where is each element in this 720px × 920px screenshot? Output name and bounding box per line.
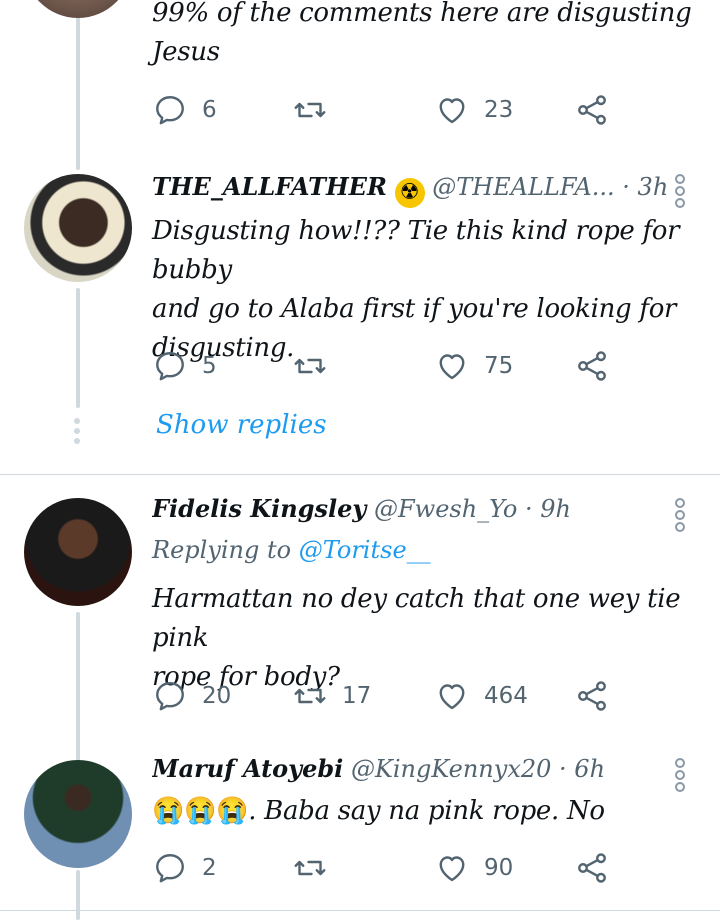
reply-count: 20	[202, 683, 232, 709]
tweet-text: 99% of the comments here are disgusting …	[152, 0, 697, 72]
reply-count: 5	[202, 353, 217, 379]
reply-count: 2	[202, 855, 217, 881]
share-button[interactable]	[574, 344, 610, 388]
timestamp: · 3h	[622, 173, 669, 201]
display-name[interactable]: Maruf Atoyebi	[152, 754, 343, 783]
tweet-actions: 20 17 464	[152, 674, 622, 718]
reply-button[interactable]: 20	[152, 674, 231, 718]
retweet-count: 17	[342, 683, 372, 709]
like-button[interactable]: 464	[434, 674, 528, 718]
share-button[interactable]	[574, 88, 610, 132]
reply-icon	[156, 96, 184, 125]
tweet-actions: 2 90	[152, 846, 622, 890]
crying-emoji: 😭😭😭	[152, 796, 249, 826]
tweet-header: Fidelis Kingsley @Fwesh_Yo · 9h	[152, 494, 672, 534]
tweet-line: 99% of the comments here are disgusting	[152, 0, 692, 28]
thread-line	[76, 870, 80, 920]
divider	[0, 474, 720, 475]
radioactive-icon: ☢	[394, 178, 425, 208]
more-icon[interactable]	[670, 498, 690, 536]
share-icon	[578, 681, 606, 711]
like-icon	[439, 856, 465, 882]
tweet-header: Maruf Atoyebi @KingKennyx20 · 6h	[152, 754, 672, 794]
thread-line	[76, 0, 80, 170]
tweet-actions: 6 23	[152, 88, 622, 132]
like-count: 23	[484, 97, 514, 123]
retweet-button[interactable]	[292, 846, 342, 890]
tweet-actions: 5 75	[152, 344, 622, 388]
share-button[interactable]	[574, 846, 610, 890]
thread-dots	[72, 418, 82, 448]
replying-to: Replying to @Toritse__	[152, 536, 431, 564]
retweet-button[interactable]: 17	[292, 674, 371, 718]
tweet-line: Harmattan no dey catch that one wey tie …	[152, 584, 681, 653]
thread-line	[76, 612, 80, 762]
like-button[interactable]: 23	[434, 88, 513, 132]
avatar[interactable]	[24, 760, 132, 868]
avatar[interactable]	[24, 0, 132, 18]
display-name[interactable]: THE_ALLFATHER	[152, 172, 387, 201]
handle[interactable]: @THEALLFA...	[432, 173, 614, 201]
tweet-line: Jesus	[152, 37, 220, 67]
timestamp: · 6h	[559, 755, 606, 783]
reply-button[interactable]: 6	[152, 88, 217, 132]
thread-line	[76, 288, 80, 408]
like-icon	[439, 684, 465, 710]
tweet-line: Disgusting how!!?? Tie this kind rope fo…	[152, 216, 680, 285]
tweet-line: . Baba say na pink rope. No	[248, 796, 605, 826]
retweet-icon	[294, 358, 326, 374]
reply-count: 6	[202, 97, 217, 123]
retweet-icon	[294, 860, 326, 876]
show-replies-link[interactable]: Show replies	[156, 410, 327, 440]
like-count: 464	[484, 683, 528, 709]
tweet-line: and go to Alaba first if you're looking …	[152, 294, 677, 324]
more-icon[interactable]	[670, 758, 690, 796]
replying-prefix: Replying to	[152, 536, 292, 564]
reply-icon	[156, 854, 184, 883]
handle[interactable]: @KingKennyx20	[351, 755, 551, 783]
display-name[interactable]: Fidelis Kingsley	[152, 494, 366, 523]
handle[interactable]: @Fwesh_Yo	[374, 495, 517, 523]
share-icon	[578, 351, 606, 381]
timestamp: · 9h	[525, 495, 572, 523]
share-icon	[578, 95, 606, 125]
share-button[interactable]	[574, 674, 610, 718]
like-button[interactable]: 75	[434, 344, 513, 388]
reply-icon	[156, 682, 184, 711]
avatar[interactable]	[24, 174, 132, 282]
reply-button[interactable]: 2	[152, 846, 217, 890]
retweet-icon	[294, 688, 326, 704]
retweet-button[interactable]	[292, 344, 342, 388]
like-count: 90	[484, 855, 514, 881]
like-icon	[439, 98, 465, 124]
mention-link[interactable]: @Toritse__	[299, 536, 431, 564]
like-icon	[439, 354, 465, 380]
avatar[interactable]	[24, 498, 132, 606]
divider	[0, 910, 720, 911]
like-count: 75	[484, 353, 514, 379]
retweet-button[interactable]	[292, 88, 342, 132]
retweet-icon	[294, 102, 326, 118]
more-icon[interactable]	[670, 174, 690, 212]
tweet-header: THE_ALLFATHER ☢ @THEALLFA... · 3h	[152, 172, 672, 212]
tweet-text: 😭😭😭. Baba say na pink rope. No	[152, 792, 697, 831]
like-button[interactable]: 90	[434, 846, 513, 890]
reply-icon	[156, 352, 184, 381]
reply-button[interactable]: 5	[152, 344, 217, 388]
share-icon	[578, 853, 606, 883]
